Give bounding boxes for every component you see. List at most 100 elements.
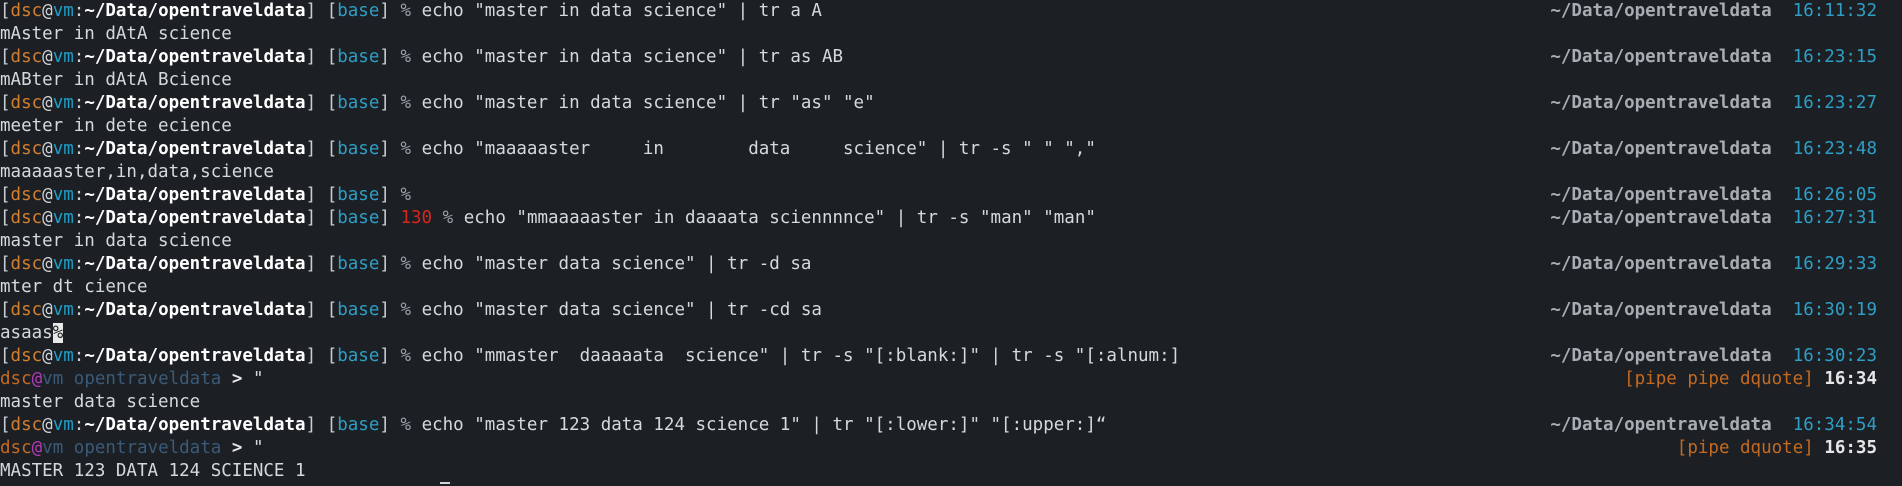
prompt-user: dsc [10,185,43,205]
prompt-host: vm [52,185,74,205]
continuation-prompt-line: dsc@vm opentraveldata > " [pipe pipe dqu… [0,368,1902,391]
bracket: [ [0,300,11,320]
bracket: [ [0,346,11,366]
prompt-colon: : [73,47,85,67]
bracket: ] [305,415,317,435]
pipe-status: [pipe pipe dquote] [1624,369,1814,389]
prompt-env: base [337,415,380,435]
cont-timestamp: 16:35 [1824,438,1877,458]
right-prompt-path: ~/Data/opentraveldata [1550,346,1772,366]
cont-prompt-user: dsc [0,369,32,389]
cont-timestamp: 16:34 [1824,369,1877,389]
prompt-line: [dsc@vm:~/Data/opentraveldata] [base] % … [0,299,1902,322]
command-output: mter dt cience [0,277,148,297]
right-prompt-path: ~/Data/opentraveldata [1550,300,1772,320]
prompt-host: vm [52,208,74,228]
right-prompt-path: ~/Data/opentraveldata [1550,415,1772,435]
timestamp: 16:34:54 [1792,415,1877,435]
timestamp: 16:26:05 [1792,185,1877,205]
prompt-line: [dsc@vm:~/Data/opentraveldata] [base] % … [0,138,1902,161]
command-output: asaas [0,323,53,343]
timestamp: 16:11:32 [1792,1,1877,21]
output-line: meeter in dete ecience [0,115,1902,138]
cont-prompt-host: vm [42,369,64,389]
prompt-env: base [337,139,380,159]
command-text: echo "master 123 data 124 science 1" | t… [421,415,1107,435]
right-prompt-path: ~/Data/opentraveldata [1550,254,1772,274]
prompt-user: dsc [10,346,43,366]
bracket: [ [0,254,11,274]
terminal-window[interactable]: [dsc@vm:~/Data/opentraveldata] [base] % … [0,0,1902,486]
prompt-user: dsc [10,415,43,435]
prompt-path: ~/Data/opentraveldata [84,1,306,21]
prompt-symbol: % [400,47,412,67]
bracket: ] [305,139,317,159]
prompt-colon: : [73,1,85,21]
bracket: ] [305,208,317,228]
prompt-path: ~/Data/opentraveldata [84,254,306,274]
timestamp: 16:23:15 [1792,47,1877,67]
right-prompt-path: ~/Data/opentraveldata [1550,185,1772,205]
cont-prompt-dir: opentraveldata [73,369,222,389]
bracket: [ [326,254,338,274]
prompt-env: base [337,93,380,113]
prompt-user: dsc [10,93,43,113]
prompt-line: [dsc@vm:~/Data/opentraveldata] [base] % … [0,345,1902,368]
bracket: ] [379,346,390,366]
prompt-user: dsc [10,208,43,228]
prompt-symbol: % [400,346,412,366]
prompt-at: @ [42,254,53,274]
prompt-host: vm [52,1,74,21]
prompt-at: @ [42,139,53,159]
pipe-status: [pipe dquote] [1676,438,1814,458]
bracket: ] [379,139,390,159]
prompt-path: ~/Data/opentraveldata [84,185,306,205]
prompt-path: ~/Data/opentraveldata [84,139,306,159]
prompt-colon: : [73,254,85,274]
cont-input: " [252,369,264,389]
prompt-env: base [337,47,380,67]
output-line: MASTER 123 DATA 124 SCIENCE 1 [0,460,1902,483]
prompt-at: @ [42,415,53,435]
prompt-at: @ [42,47,53,67]
bracket: [ [326,139,338,159]
prompt-line: [dsc@vm:~/Data/opentraveldata] [base] % … [0,253,1902,276]
command-text: echo "master data science" | tr -cd sa [421,300,822,320]
prompt-colon: : [73,300,85,320]
prompt-symbol: % [400,1,412,21]
command-output: MASTER 123 DATA 124 SCIENCE 1 [0,461,306,481]
right-prompt-path: ~/Data/opentraveldata [1550,93,1772,113]
timestamp: 16:30:19 [1792,300,1877,320]
prompt-colon: : [73,208,85,228]
prompt-symbol: % [442,208,454,228]
prompt-at: @ [42,300,53,320]
prompt-host: vm [52,415,74,435]
prompt-line: [dsc@vm:~/Data/opentraveldata] [base] 13… [0,207,1902,230]
bracket: ] [379,185,390,205]
prompt-line: [dsc@vm:~/Data/opentraveldata] [base] % … [0,184,1902,207]
prompt-env: base [337,185,380,205]
prompt-symbol: % [400,415,412,435]
prompt-host: vm [52,300,74,320]
prompt-at: @ [42,346,53,366]
bracket: [ [0,139,11,159]
cont-input: " [252,438,264,458]
cont-prompt-at: @ [31,369,43,389]
command-text: echo "mmaaaaaster in daaaata sciennnnce"… [463,208,1096,228]
prompt-at: @ [42,208,53,228]
prompt-path: ~/Data/opentraveldata [84,300,306,320]
prompt-line: [dsc@vm:~/Data/opentraveldata] [base] % … [0,92,1902,115]
bracket: [ [326,1,338,21]
right-prompt-path: ~/Data/opentraveldata [1550,208,1772,228]
prompt-user: dsc [10,1,43,21]
prompt-colon: : [73,93,85,113]
cont-prompt-arrow: > [231,438,243,458]
prompt-symbol: % [400,185,412,205]
prompt-symbol: % [400,254,412,274]
bracket: ] [305,300,317,320]
bracket: ] [305,47,317,67]
prompt-user: dsc [10,139,43,159]
prompt-colon: : [73,346,85,366]
cont-prompt-host: vm [42,438,64,458]
prompt-host: vm [52,346,74,366]
